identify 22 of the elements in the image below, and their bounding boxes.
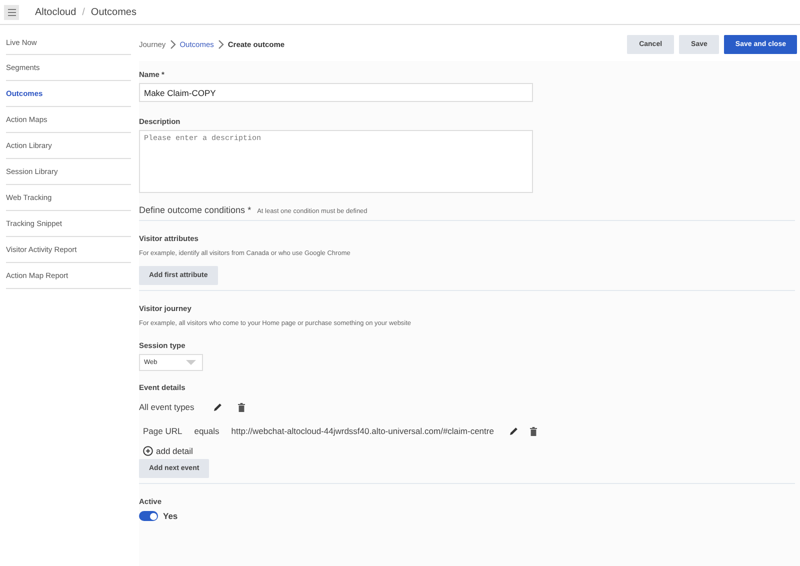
app-name[interactable]: Altocloud [35,6,76,18]
toggle-label: Yes [163,511,178,521]
section-title: Define outcome conditions * [139,205,252,215]
detail-value: http://webchat-altocloud-44jwrdssf40.alto-universal.com/#claim-centre [231,426,494,436]
pencil-icon[interactable] [510,427,518,435]
trash-icon[interactable] [238,402,246,412]
add-detail-button[interactable]: add detail [143,446,193,456]
page-title: Outcomes [90,6,136,18]
plus-circle-icon [143,446,153,456]
trash-icon[interactable] [530,426,537,436]
breadcrumb-separator: / [82,6,85,18]
event-type: All event types [139,402,194,412]
menu-icon [8,8,16,16]
chevron-icon [170,40,176,48]
chevron-icon [218,40,224,48]
menu-button[interactable] [4,4,19,20]
dropdown-arrow-icon [186,360,196,365]
pencil-icon[interactable] [214,403,222,411]
name-input[interactable]: Make Claim-COPY [139,83,533,102]
toggle-switch[interactable] [139,511,158,521]
detail-operator: equals [194,426,220,436]
detail-attribute: Page URL [143,426,182,436]
